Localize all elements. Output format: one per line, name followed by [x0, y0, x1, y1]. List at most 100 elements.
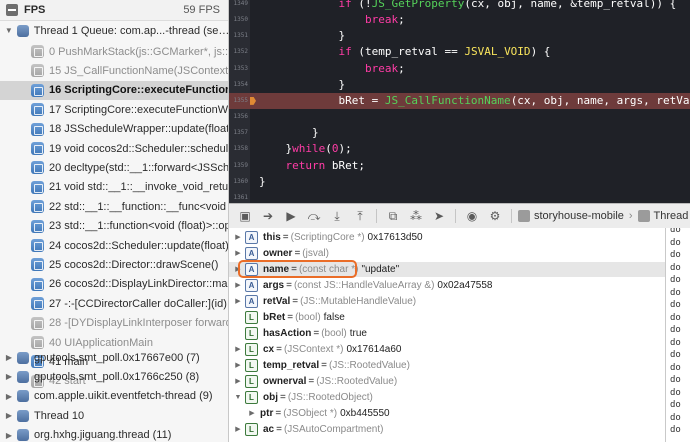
console-output[interactable]: do do do do do do do do do do do do do do do do do: [665, 228, 690, 442]
disclosure-closed-icon[interactable]: ▶: [4, 353, 14, 362]
code-line[interactable]: 1359 return bRet;: [229, 158, 690, 174]
code-token: if: [338, 45, 352, 59]
thread-row[interactable]: ▶ gputools.smt_poll.0x1766c250 (8): [0, 367, 228, 386]
local-variable-icon: L: [245, 359, 258, 372]
stack-frame-icon: [31, 103, 44, 117]
breadcrumb-app[interactable]: storyhouse-mobile: [534, 210, 624, 222]
code-line[interactable]: 1353 break;: [229, 61, 690, 77]
disclosure-closed-icon[interactable]: ▶: [234, 230, 242, 245]
stack-frame[interactable]: 16 ScriptingCore::executeFunctionWit...: [0, 80, 228, 100]
disclosure-open-icon[interactable]: ▼: [234, 390, 242, 405]
environment-overrides-icon[interactable]: ⚙: [488, 209, 502, 223]
variable-row[interactable]: ▶ AretVal = (JS::MutableHandleValue): [229, 294, 665, 309]
stack-frame-icon: [31, 258, 44, 272]
stack-frame[interactable]: 24 cocos2d::Scheduler::update(float): [0, 236, 229, 255]
variable-row[interactable]: ▶ Lcx = (JSContext *) 0x17614a60: [229, 342, 665, 357]
variable-row[interactable]: ▶ Ltemp_retval = (JS::RootedValue): [229, 358, 665, 373]
code-line[interactable]: 1358 }while(0);: [229, 141, 690, 157]
code-token: return: [285, 158, 326, 172]
disclosure-closed-icon[interactable]: ▶: [4, 411, 14, 420]
code-token: if: [338, 0, 352, 10]
step-into-icon[interactable]: ⤓: [330, 209, 344, 223]
simulate-location-icon[interactable]: ➤: [432, 209, 446, 223]
disclosure-closed-icon[interactable]: ▶: [234, 422, 242, 437]
disclosure-closed-icon[interactable]: ▶: [4, 431, 14, 440]
thread-row[interactable]: ▶ gputools.smt_poll.0x17667e00 (7): [0, 348, 228, 367]
thread-row[interactable]: ▶ Thread 10: [0, 406, 228, 425]
stack-frame[interactable]: 15 JS_CallFunctionName(JSContext*, ...: [0, 61, 228, 80]
variable-row[interactable]: ▶ Aargs = (const JS::HandleValueArray &) 0x0…: [229, 278, 665, 293]
variable-row[interactable]: ▶ ptr = (JSObject *) 0xb445550: [229, 406, 665, 421]
thread-row[interactable]: ▶ com.apple.uikit.eventfetch-thread (9): [0, 387, 228, 406]
fps-label: FPS: [24, 4, 46, 16]
code-line[interactable]: 1361: [229, 190, 690, 203]
code-token: 0: [331, 142, 339, 156]
stack-frame[interactable]: 0 PushMarkStack(js::GCMarker*, js::B...: [0, 42, 228, 61]
breakpoints-toggle-icon[interactable]: ➔: [261, 209, 275, 223]
disclosure-closed-icon[interactable]: ▶: [4, 372, 14, 381]
variable-row[interactable]: ▶ Athis = (ScriptingCore *) 0x17613d50: [229, 230, 665, 245]
variable-row[interactable]: LhasAction = (bool) true: [229, 326, 665, 341]
variable-row[interactable]: ▶ Lownerval = (JS::RootedValue): [229, 374, 665, 389]
stack-frame[interactable]: 25 cocos2d::Director::drawScene(): [0, 255, 228, 274]
console-line: do: [670, 300, 681, 310]
code-line[interactable]: 1349 if (!JS_GetProperty(cx, obj, name, …: [229, 0, 690, 12]
variable-row[interactable]: LbRet = (bool) false: [229, 310, 665, 325]
code-line[interactable]: 1356: [229, 109, 690, 125]
stack-frame[interactable]: 19 void cocos2d::Scheduler::schedul...: [0, 139, 228, 158]
code-line[interactable]: 1357 }: [229, 125, 690, 141]
code-text: return bRet;: [259, 158, 366, 174]
source-editor[interactable]: 1349 if (!JS_GetProperty(cx, obj, name, …: [229, 0, 690, 203]
stack-frame[interactable]: 17 ScriptingCore::executeFunctionWit...: [0, 100, 228, 119]
variable-row[interactable]: ▶ Lac = (JSAutoCompartment): [229, 422, 665, 437]
code-line[interactable]: 1354 }: [229, 77, 690, 93]
variable-type: (bool): [321, 328, 347, 339]
continue-icon[interactable]: ▶: [284, 209, 298, 223]
stack-frame[interactable]: 22 std::__1::__function::__func<void c..…: [0, 197, 228, 216]
stack-frame[interactable]: 27 -:-[CCDirectorCaller doCaller:](id): [0, 294, 228, 313]
stack-frame[interactable]: 18 JSScheduleWrapper::update(float): [0, 120, 228, 139]
hide-debug-area-icon[interactable]: ▣: [238, 209, 252, 223]
disclosure-closed-icon[interactable]: ▶: [4, 392, 14, 401]
view-hierarchy-icon[interactable]: ⧉: [386, 209, 400, 223]
stack-frame[interactable]: 28 -[DYDisplayLinkInterposer forward...: [0, 314, 228, 333]
stack-frame[interactable]: 21 void std::__1::__invoke_void_return..…: [0, 178, 228, 197]
disclosure-closed-icon[interactable]: ▶: [234, 342, 242, 357]
code-token: while: [292, 142, 326, 156]
variable-type: (ScriptingCore *): [290, 232, 365, 243]
disclosure-closed-icon[interactable]: ▶: [234, 294, 242, 309]
capture-gpu-frame-icon[interactable]: ◉: [465, 209, 479, 223]
breadcrumb-thread[interactable]: Thread: [654, 210, 689, 222]
thread-row-1[interactable]: ▼ Thread 1 Queue: com.ap...-thread (seri…: [0, 21, 228, 40]
code-line[interactable]: 1360}: [229, 174, 690, 190]
disclosure-closed-icon[interactable]: ▶: [234, 278, 242, 293]
disclosure-closed-icon[interactable]: ▶: [234, 374, 242, 389]
disclosure-closed-icon[interactable]: ▶: [234, 246, 242, 261]
disclosure-closed-icon[interactable]: ▶: [248, 406, 256, 421]
local-variable-icon: L: [245, 327, 258, 340]
code-line[interactable]: 1352 if (temp_retval == JSVAL_VOID) {: [229, 44, 690, 60]
variable-row[interactable]: ▼ Lobj = (JS::RootedObject): [229, 390, 665, 405]
stack-frame[interactable]: 26 cocos2d::DisplayLinkDirector::mai...: [0, 275, 228, 294]
stack-frame[interactable]: 20 decltype(std::__1::forward<JSSche...: [0, 158, 228, 177]
memory-graph-icon[interactable]: ⁂: [409, 209, 423, 223]
disclosure-open-icon[interactable]: ▼: [4, 26, 14, 35]
code-line[interactable]: 1351 }: [229, 28, 690, 44]
stack-frame[interactable]: 23 std::__1::function<void (float)>::op.…: [0, 217, 228, 236]
code-text: if (temp_retval == JSVAL_VOID) {: [259, 44, 550, 60]
breadcrumb[interactable]: storyhouse-mobile › Thread: [518, 210, 688, 222]
variable-name: ptr: [260, 408, 274, 419]
step-out-icon[interactable]: ⤒: [353, 209, 367, 223]
fps-gauge-row[interactable]: FPS 59 FPS: [0, 0, 228, 21]
code-line[interactable]: 1350 break;: [229, 12, 690, 28]
current-code-line[interactable]: 1355 bRet = JS_CallFunctionName(cx, obj,…: [229, 92, 690, 109]
stack-frame-label: 24 cocos2d::Scheduler::update(float): [49, 239, 229, 252]
thread-row[interactable]: ▶ org.hxhg.jiguang.thread (11): [0, 426, 228, 442]
variable-row[interactable]: ▶ Aowner = (jsval): [229, 246, 665, 261]
thread-icon: [17, 409, 29, 422]
disclosure-closed-icon[interactable]: ▶: [234, 358, 242, 373]
step-over-icon[interactable]: ⤼: [307, 209, 321, 223]
instruction-pointer-icon[interactable]: [250, 96, 256, 105]
